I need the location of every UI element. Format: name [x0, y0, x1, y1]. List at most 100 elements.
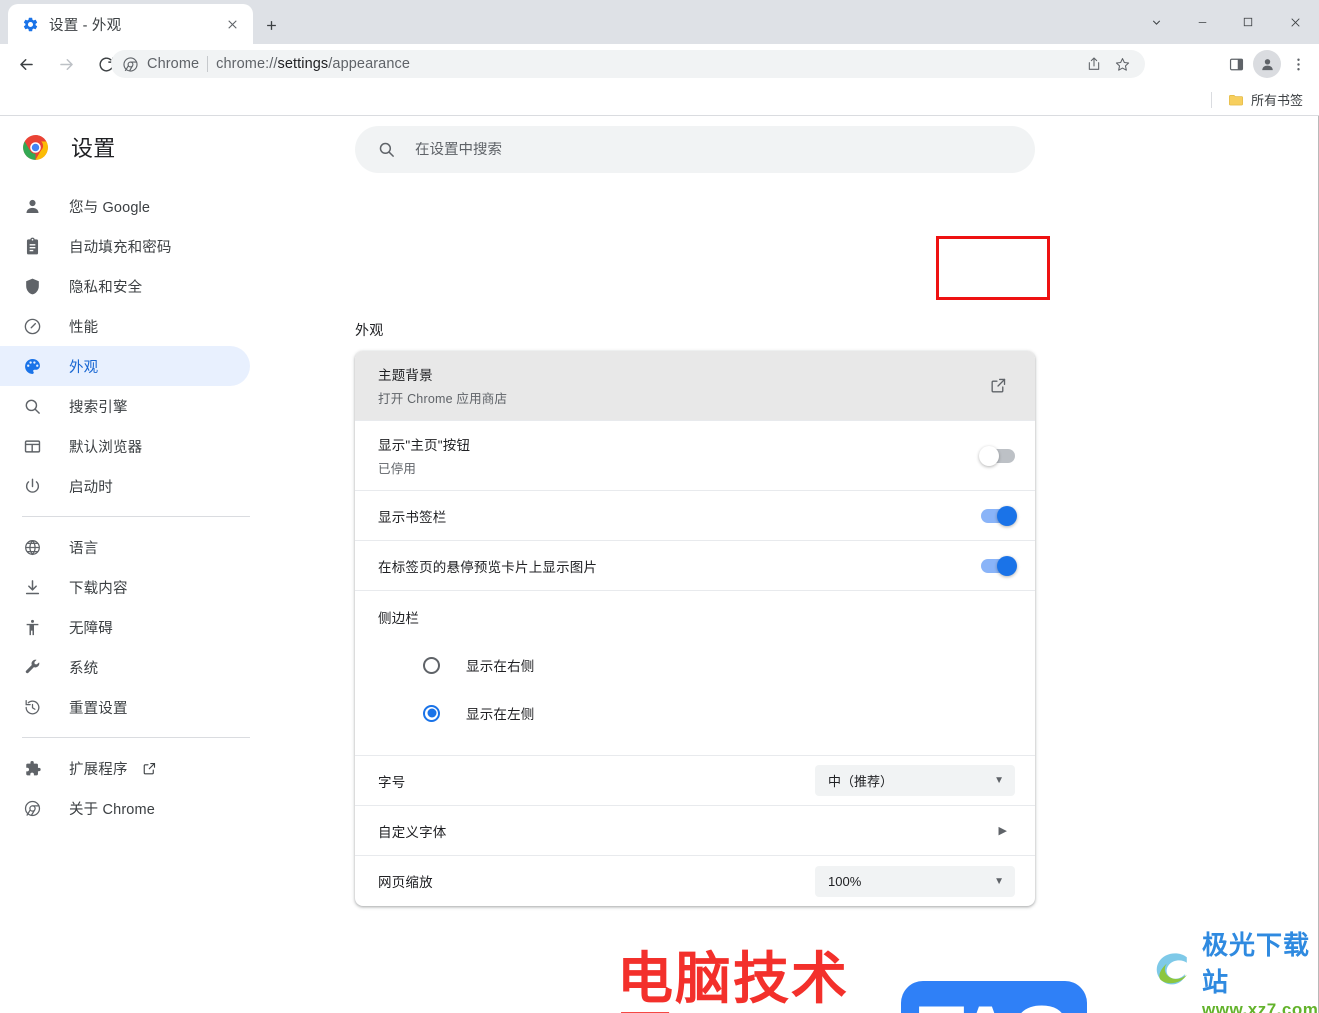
new-tab-button[interactable] — [256, 10, 286, 40]
row-texts: 显示书签栏 — [378, 493, 447, 539]
highlight-annotation-box — [936, 236, 1050, 300]
side-panel-icon[interactable] — [1221, 49, 1251, 79]
sidebar-item-appearance[interactable]: 外观 — [0, 346, 250, 386]
chevron-down-icon: ▼ — [994, 775, 1004, 786]
sidebar-item-label: 语言 — [69, 540, 99, 557]
sidebar-item-about-chrome[interactable]: 关于 Chrome — [0, 788, 250, 828]
search-input[interactable] — [415, 141, 975, 158]
sidebar-item-label: 搜索引擎 — [69, 399, 128, 416]
radio-button[interactable] — [423, 704, 440, 722]
sidebar-item-label: 外观 — [69, 359, 99, 376]
row-texts: 主题背景 打开 Chrome 应用商店 — [378, 351, 507, 420]
sidebar-item-you-and-google[interactable]: 您与 Google — [0, 186, 250, 226]
tab-search-icon[interactable] — [1133, 0, 1179, 44]
star-icon[interactable] — [1109, 51, 1135, 77]
minimize-button[interactable] — [1179, 0, 1225, 44]
sidebar-item-languages[interactable]: 语言 — [0, 527, 250, 567]
setting-row-tab-hover-images[interactable]: 在标签页的悬停预览卡片上显示图片 — [355, 541, 1035, 591]
settings-sidebar: 设置 您与 Google 自动填充和密码 隐私和安全 性能 外观 搜索引擎 默认… — [0, 116, 278, 1013]
radio-label: 显示在左侧 — [466, 707, 535, 722]
sidebar-item-performance[interactable]: 性能 — [0, 306, 250, 346]
external-link-icon[interactable] — [981, 369, 1015, 403]
sidebar-item-system[interactable]: 系统 — [0, 647, 250, 687]
settings-page: 设置 您与 Google 自动填充和密码 隐私和安全 性能 外观 搜索引擎 默认… — [0, 116, 1319, 1013]
omnibox-actions — [1081, 50, 1135, 78]
all-bookmarks-button[interactable]: 所有书签 — [1222, 87, 1309, 112]
sidebar-nav-secondary: 语言 下载内容 无障碍 系统 重置设置 — [0, 527, 278, 727]
close-icon[interactable] — [221, 13, 243, 35]
radio-option-left[interactable]: 显示在左侧 — [378, 689, 1035, 737]
sidebar-item-default-browser[interactable]: 默认浏览器 — [0, 426, 250, 466]
row-title: 字号 — [378, 774, 406, 790]
sidebar-item-label: 关于 Chrome — [69, 801, 155, 818]
watermark-corner-text: 极光下载站 www.xz7.com — [1202, 925, 1318, 1013]
sidebar-item-extensions[interactable]: 扩展程序 — [0, 748, 250, 788]
chevron-down-icon: ▼ — [994, 875, 1004, 887]
appearance-settings-card: 主题背景 打开 Chrome 应用商店 显示"主页"按钮 已停用 显示书签栏 在… — [355, 351, 1035, 906]
search-bar[interactable] — [355, 126, 1035, 173]
sidebar-item-on-startup[interactable]: 启动时 — [0, 466, 250, 506]
radio-option-right[interactable]: 显示在右侧 — [378, 641, 1035, 689]
toggle-home-button[interactable] — [979, 445, 1015, 466]
toggle-show-bookmarks-bar[interactable] — [981, 505, 1017, 526]
search-icon — [377, 140, 396, 159]
sidebar-item-autofill-passwords[interactable]: 自动填充和密码 — [0, 226, 250, 266]
page-zoom-select[interactable]: 100% ▼ — [815, 865, 1015, 897]
maximize-button[interactable] — [1225, 0, 1271, 44]
back-button[interactable] — [9, 47, 43, 81]
window-close-button[interactable] — [1271, 0, 1319, 44]
row-title: 显示"主页"按钮 — [378, 438, 471, 453]
chrome-icon — [122, 56, 139, 73]
setting-row-home-button[interactable]: 显示"主页"按钮 已停用 — [355, 421, 1035, 491]
window-controls — [1133, 0, 1319, 44]
watermark-tagxp: 电脑技术网 www.tagxp.com TAG — [617, 950, 1087, 1013]
page-title: 设置 — [71, 136, 116, 161]
row-texts: 在标签页的悬停预览卡片上显示图片 — [378, 543, 597, 589]
setting-row-font-size[interactable]: 字号 中（推荐） ▼ — [355, 756, 1035, 806]
setting-row-show-bookmarks-bar[interactable]: 显示书签栏 — [355, 491, 1035, 541]
setting-row-customize-fonts[interactable]: 自定义字体 ▶ — [355, 806, 1035, 856]
clipboard-icon — [22, 236, 43, 257]
row-title: 自定义字体 — [378, 824, 447, 840]
forward-button[interactable] — [49, 47, 83, 81]
sidebar-item-reset-settings[interactable]: 重置设置 — [0, 687, 250, 727]
chrome-icon — [22, 798, 43, 819]
bookmarks-separator — [1210, 91, 1212, 108]
address-bar[interactable]: Chrome chrome://settings/appearance — [111, 50, 1145, 78]
sidebar-divider — [22, 516, 250, 517]
sidebar-item-privacy-security[interactable]: 隐私和安全 — [0, 266, 250, 306]
sidebar-item-search-engine[interactable]: 搜索引擎 — [0, 386, 250, 426]
row-texts: 字号 — [378, 758, 405, 804]
row-title: 主题背景 — [378, 368, 433, 383]
font-size-select[interactable]: 中（推荐） ▼ — [815, 765, 1015, 796]
watermark-xz7: 极光下载站 www.xz7.com — [1150, 931, 1318, 1013]
external-link-icon — [142, 761, 157, 776]
gear-icon — [22, 16, 39, 33]
aurora-swirl-icon — [1150, 946, 1198, 999]
settings-content: 外观 主题背景 打开 Chrome 应用商店 — [278, 116, 1319, 1013]
palette-icon — [22, 356, 43, 377]
sidebar-item-downloads[interactable]: 下载内容 — [0, 567, 250, 607]
sidebar-item-label: 下载内容 — [69, 580, 128, 597]
avatar[interactable] — [1253, 50, 1281, 78]
sidebar-item-accessibility[interactable]: 无障碍 — [0, 607, 250, 647]
three-dot-menu-icon[interactable] — [1283, 49, 1313, 79]
toggle-knob — [997, 505, 1017, 526]
row-texts: 自定义字体 — [378, 808, 447, 854]
globe-icon — [22, 537, 43, 558]
watermark-corner-url: www.xz7.com — [1202, 999, 1319, 1013]
browser-window: 设置 - 外观 Chrome chrome://settings/appeara… — [0, 0, 1319, 1013]
puzzle-icon — [22, 758, 43, 779]
row-title: 网页缩放 — [378, 875, 433, 890]
omnibox-scheme-label: Chrome — [147, 56, 200, 72]
setting-row-page-zoom[interactable]: 网页缩放 100% ▼ — [355, 856, 1035, 906]
share-icon[interactable] — [1081, 51, 1107, 77]
radio-button[interactable] — [423, 656, 440, 674]
search-icon — [22, 396, 43, 417]
toggle-tab-hover-images[interactable] — [981, 555, 1017, 576]
omnibox-separator — [207, 56, 209, 72]
watermark-text-column: 电脑技术网 www.tagxp.com — [617, 950, 893, 1013]
setting-row-theme[interactable]: 主题背景 打开 Chrome 应用商店 — [355, 351, 1035, 421]
power-icon — [22, 476, 43, 497]
browser-tab[interactable]: 设置 - 外观 — [8, 4, 253, 44]
